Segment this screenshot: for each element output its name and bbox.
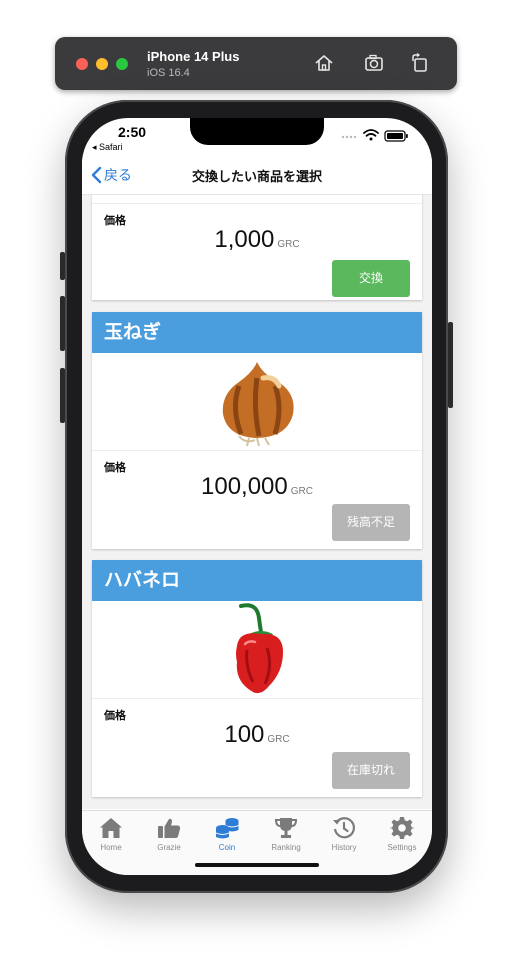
screenshot-icon[interactable] <box>363 52 385 74</box>
product-image <box>92 601 422 699</box>
close-window-button[interactable] <box>76 58 88 70</box>
exchange-button[interactable]: 交換 <box>332 260 410 297</box>
volume-up-button <box>60 296 65 351</box>
price-area: 価格 100,000 GRC 残高不足 <box>92 451 422 549</box>
os-version: iOS 16.4 <box>147 67 190 79</box>
price-row: 100,000 GRC <box>92 473 422 501</box>
navigation-bar: 戻る 交換したい商品を選択 <box>82 156 432 195</box>
notch <box>190 118 324 145</box>
device-name: iPhone 14 Plus <box>147 49 240 64</box>
history-icon <box>333 817 355 839</box>
out-of-stock-button: 在庫切れ <box>332 752 410 789</box>
product-image-icon <box>237 195 277 203</box>
wifi-icon <box>363 129 379 137</box>
product-card: 価格 1,000 GRC 交換 <box>92 195 422 300</box>
onion-icon <box>222 362 294 447</box>
product-card: ハバネロ 価格 100 GRC 在庫切れ <box>92 560 422 797</box>
status-time: 2:50 <box>118 124 147 140</box>
tab-label: Settings <box>387 843 417 852</box>
page-title: 交換したい商品を選択 <box>191 170 322 185</box>
mute-switch <box>60 252 65 280</box>
rotate-icon[interactable] <box>409 52 431 74</box>
price-row: 100 GRC <box>92 721 422 749</box>
tab-history[interactable]: History <box>315 816 373 852</box>
price-value: 1,000 <box>214 226 275 253</box>
product-image <box>92 195 422 204</box>
price-row: 1,000 GRC <box>92 226 422 254</box>
simulator-toolbar: iPhone 14 Plus iOS 16.4 <box>55 37 457 90</box>
product-name: ハバネロ <box>92 560 422 601</box>
price-area: 価格 1,000 GRC 交換 <box>92 204 422 300</box>
product-image <box>92 353 422 451</box>
price-value: 100 <box>224 721 265 748</box>
home-icon <box>100 818 122 838</box>
trophy-icon <box>274 818 298 838</box>
price-unit: GRC <box>277 239 300 250</box>
tab-grazie[interactable]: Grazie <box>140 816 198 852</box>
tab-label: Ranking <box>271 843 301 852</box>
price-area: 価格 100 GRC 在庫切れ <box>92 699 422 797</box>
back-to-safari[interactable]: ◂ Safari <box>92 142 123 153</box>
phone-screen: 2:50 ◂ Safari 戻る 交換したい商品を選択 価格 1,000 GRC… <box>82 118 432 875</box>
tab-label: History <box>331 843 357 852</box>
cellular-icon <box>341 135 357 139</box>
tab-label: Grazie <box>157 843 181 852</box>
tab-label: Coin <box>218 843 236 852</box>
product-list[interactable]: 価格 1,000 GRC 交換 玉ねぎ 価格 100,000 GRC 残高不足 … <box>82 195 432 809</box>
habanero-icon <box>236 603 283 694</box>
home-icon[interactable] <box>313 52 335 74</box>
tab-label: Home <box>100 843 122 852</box>
zoom-window-button[interactable] <box>116 58 128 70</box>
tab-settings[interactable]: Settings <box>373 816 431 852</box>
tab-home[interactable]: Home <box>82 816 140 852</box>
product-card: 玉ねぎ 価格 100,000 GRC 残高不足 <box>92 312 422 549</box>
tab-coin[interactable]: Coin <box>198 816 256 852</box>
power-button <box>448 322 453 408</box>
insufficient-balance-button: 残高不足 <box>332 504 410 541</box>
home-indicator <box>195 863 319 867</box>
battery-icon <box>384 130 408 142</box>
thumbs-up-icon <box>158 818 181 838</box>
status-icons <box>340 127 410 142</box>
price-unit: GRC <box>267 734 290 745</box>
gear-icon <box>390 817 414 839</box>
price-unit: GRC <box>290 486 313 497</box>
coins-icon <box>216 818 239 839</box>
tab-ranking[interactable]: Ranking <box>257 816 315 852</box>
price-value: 100,000 <box>201 473 288 500</box>
product-name: 玉ねぎ <box>92 312 422 353</box>
minimize-window-button[interactable] <box>96 58 108 70</box>
volume-down-button <box>60 368 65 423</box>
